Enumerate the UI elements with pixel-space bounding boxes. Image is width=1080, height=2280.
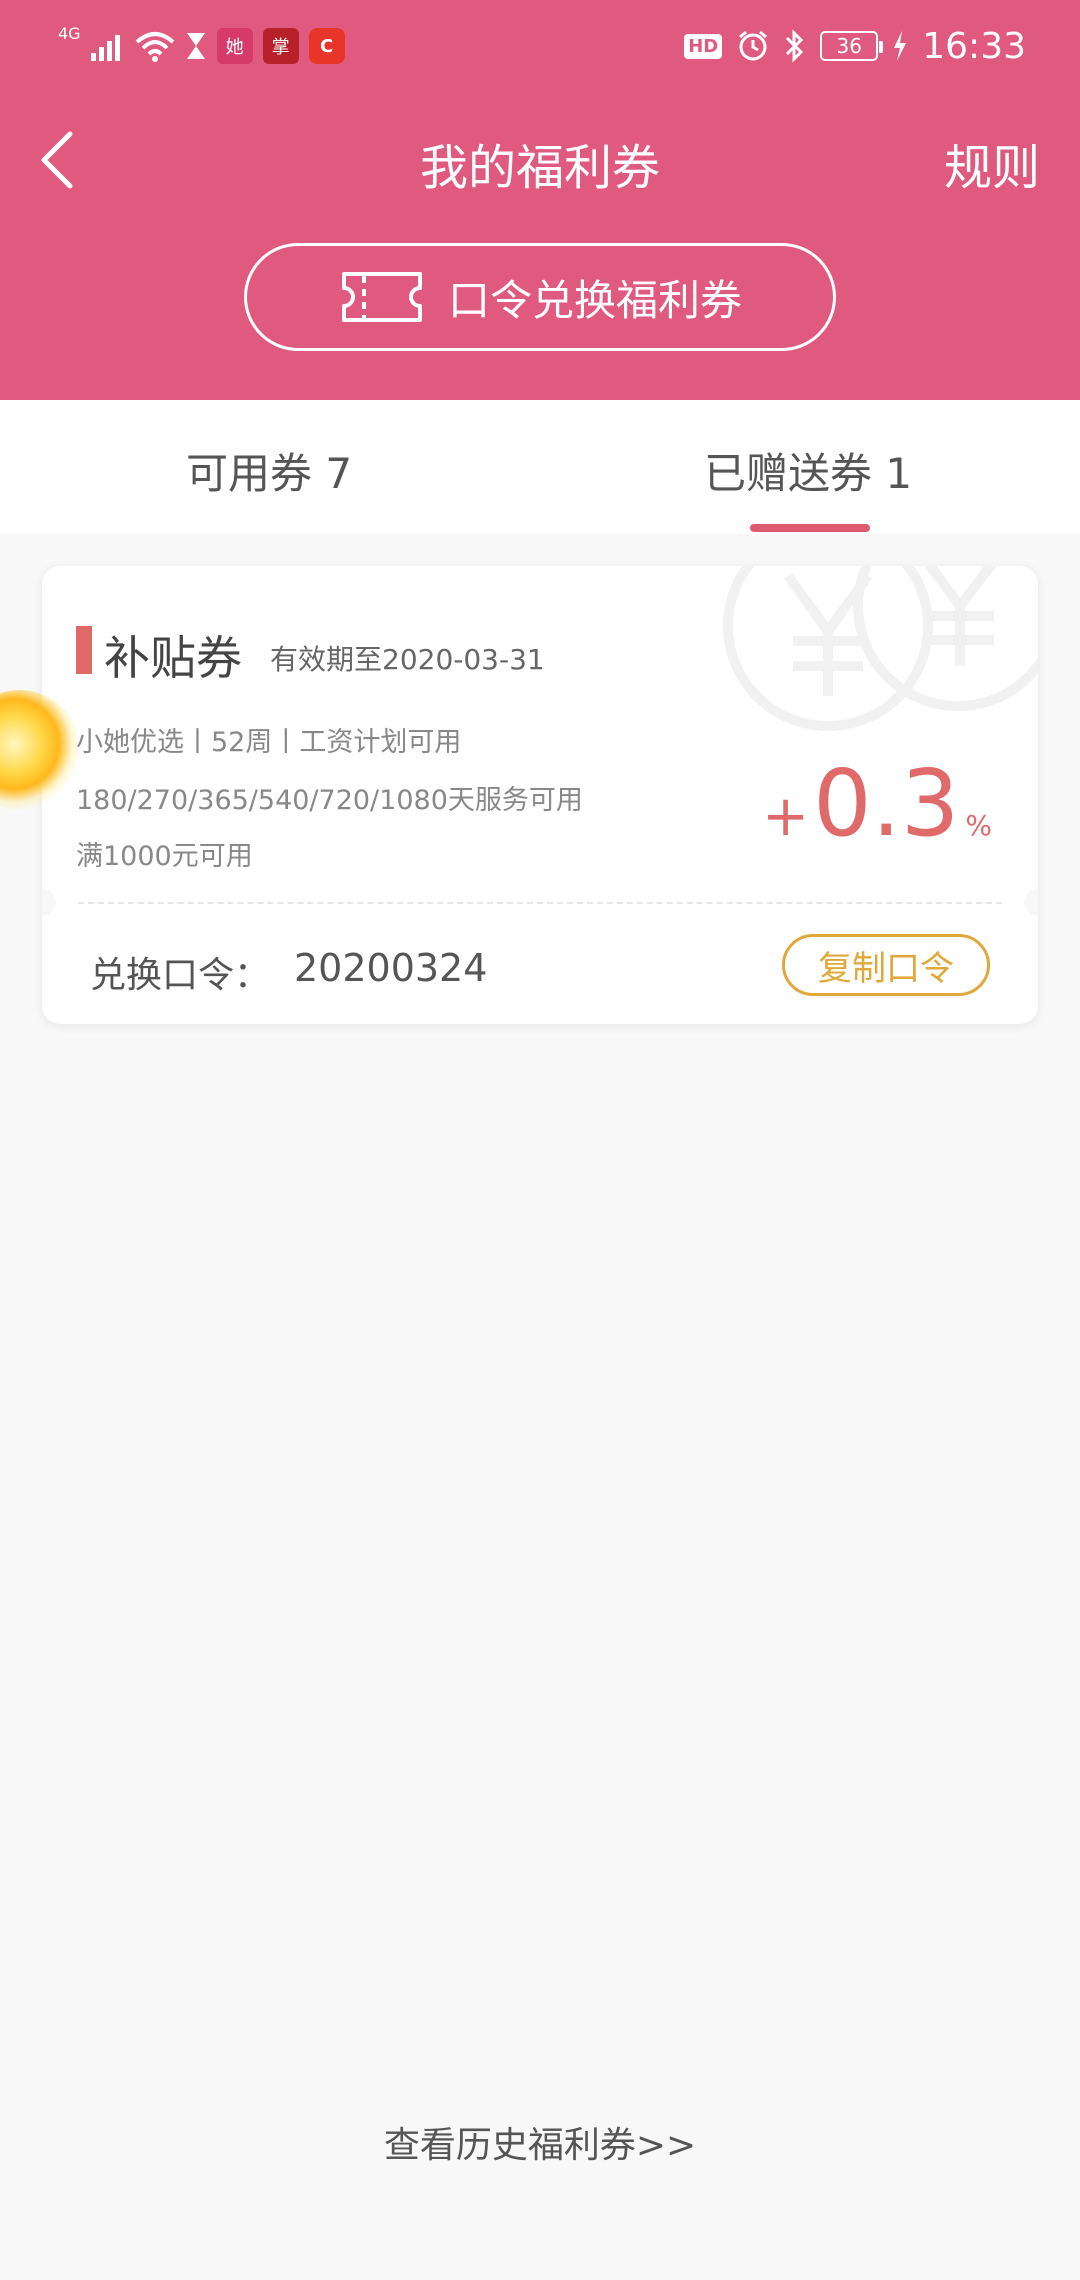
tab-available[interactable]: 可用券 7 (186, 440, 352, 501)
status-bar: 4G 她 掌 C HD 36 16:33 (0, 0, 1080, 92)
coupon-amount: + 0.3 % (762, 750, 992, 857)
hd-icon: HD (684, 33, 723, 59)
back-button[interactable] (30, 120, 90, 200)
yuan-coin-icon (723, 566, 1038, 731)
copy-code-button[interactable]: 复制口令 (782, 934, 990, 996)
network-type: 4G (58, 24, 81, 43)
coupon-divider (78, 902, 1002, 904)
coupon-card: 补贴券 有效期至2020-03-31 小她优选丨52周丨工资计划可用 180/2… (42, 566, 1038, 1024)
charging-icon (894, 31, 907, 61)
app-icon-ta: 她 (216, 28, 253, 64)
bluetooth-icon (786, 29, 804, 63)
wifi-icon (135, 32, 174, 62)
rules-link[interactable]: 规则 (944, 128, 1040, 198)
app-icon-zhang: 掌 (262, 28, 299, 64)
coupon-service-terms: 180/270/365/540/720/1080天服务可用 (76, 785, 583, 816)
coupon-scope: 小她优选丨52周丨工资计划可用 (76, 727, 462, 758)
header-bar: 4G 她 掌 C HD 36 16:33 我的福利券 规则 口令兑换福利券 (0, 0, 1080, 400)
hourglass-icon (186, 33, 205, 59)
battery-icon: 36 (820, 31, 884, 61)
status-time: 16:33 (922, 25, 1026, 67)
ticket-icon (341, 272, 422, 322)
alarm-icon (739, 30, 768, 61)
coupon-code-label: 兑换口令： (90, 955, 271, 996)
coupon-minimum: 满1000元可用 (76, 841, 253, 872)
history-coupons-link[interactable]: 查看历史福利券>> (0, 2116, 1080, 2168)
active-tab-indicator (750, 524, 870, 532)
app-icon-c: C (308, 28, 345, 64)
coupon-amount-unit: % (965, 809, 992, 842)
coupon-amount-value: 0.3 (813, 750, 960, 857)
coupon-expiry: 有效期至2020-03-31 (270, 643, 545, 676)
redeem-code-label: 口令兑换福利券 (447, 275, 742, 325)
coupon-code-value: 20200324 (294, 946, 488, 990)
coupon-accent-bar (76, 626, 92, 674)
coupon-amount-plus: + (762, 784, 810, 849)
page-title: 我的福利券 (419, 140, 660, 196)
coupon-type: 补贴券 (104, 631, 242, 685)
coupon-notch-left (42, 888, 56, 916)
coupon-notch-right (1024, 888, 1038, 916)
redeem-code-button[interactable]: 口令兑换福利券 (244, 243, 836, 351)
signal-icon (90, 35, 120, 61)
tab-bar: 可用券 7 已赠送券 1 (0, 400, 1080, 534)
chevron-left-icon (41, 131, 73, 189)
tab-gifted[interactable]: 已赠送券 1 (704, 440, 912, 501)
